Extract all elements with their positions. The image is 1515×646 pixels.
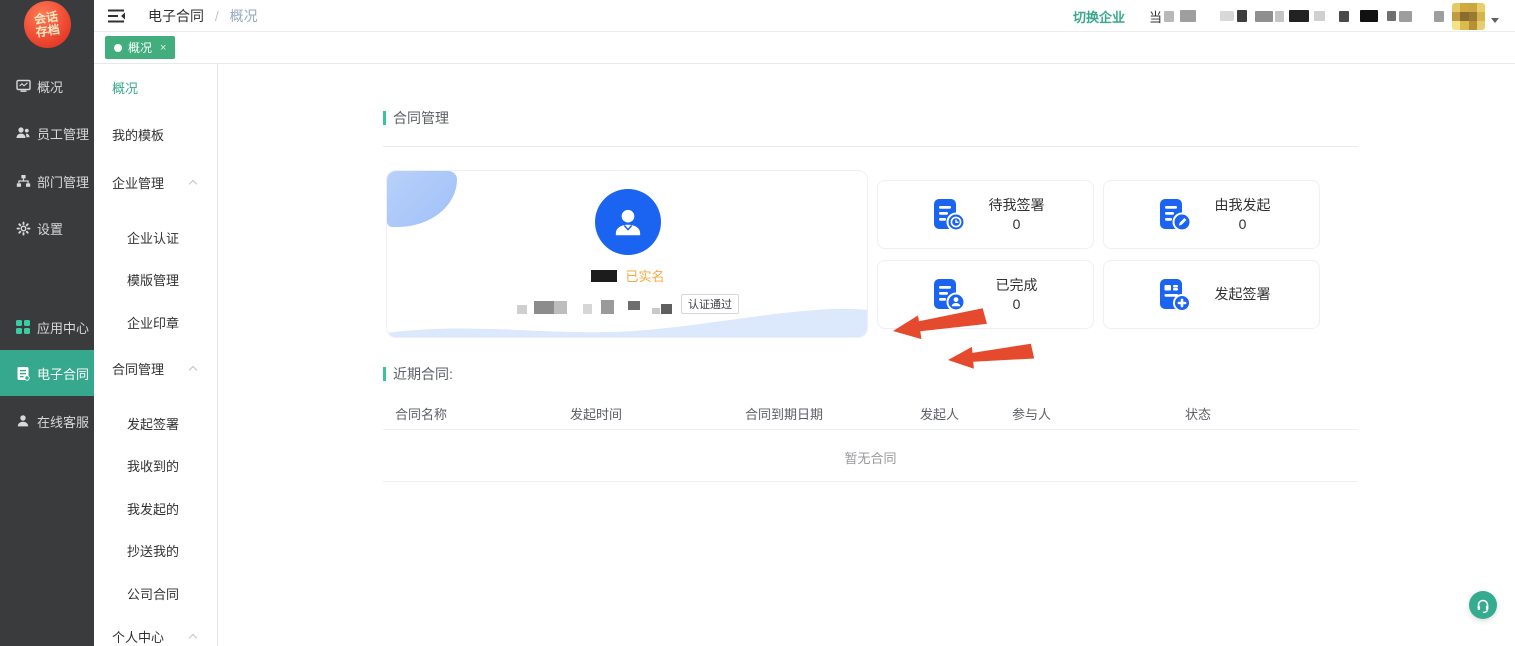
chevron-up-icon[interactable] <box>189 180 197 188</box>
breadcrumb-current: 概况 <box>230 8 258 24</box>
tab-overview[interactable]: 概况 × <box>105 36 175 59</box>
stat-value: 0 <box>1194 215 1291 234</box>
headset-icon <box>1475 597 1491 613</box>
subnav-my-templates[interactable]: 我的模板 <box>112 126 164 146</box>
auth-status-tag: 认证通过 <box>681 294 739 314</box>
breadcrumb-separator: / <box>215 8 219 24</box>
col-header-contract-name: 合同名称 <box>395 404 447 423</box>
subnav-company-seal[interactable]: 企业印章 <box>127 314 179 334</box>
subnav-company-auth[interactable]: 企业认证 <box>127 229 179 249</box>
subnav-company-mgmt[interactable]: 企业管理 <box>112 174 164 194</box>
stat-label: 发起签署 <box>1215 286 1271 302</box>
subnav-initiated-by-me[interactable]: 我发起的 <box>127 500 179 520</box>
profile-avatar-icon <box>595 189 661 255</box>
departments-icon <box>15 173 31 189</box>
divider <box>383 146 1358 147</box>
redacted-org-name <box>517 300 672 314</box>
app-logo: 会话存档 <box>24 1 71 48</box>
doc-clock-icon <box>928 195 968 235</box>
table-header-divider <box>383 429 1358 430</box>
subnav-company-contracts[interactable]: 公司合同 <box>127 585 179 605</box>
primary-sidebar: 会话存档 概况 员工管理 部门管理 设置 <box>0 0 94 646</box>
subnav-template-mgmt[interactable]: 模版管理 <box>127 271 179 291</box>
col-header-start-time: 发起时间 <box>570 404 622 423</box>
doc-edit-icon <box>1154 195 1194 235</box>
breadcrumb: 电子合同 / 概况 <box>148 6 258 26</box>
chevron-up-icon[interactable] <box>189 634 197 642</box>
stat-card-completed[interactable]: 已完成 0 <box>877 260 1094 329</box>
header-right: 切换企业 当 <box>1073 0 1499 32</box>
dashboard-icon <box>15 78 31 94</box>
section-title-contract-mgmt: 合同管理 <box>383 108 449 128</box>
subnav-personal-center[interactable]: 个人中心 <box>112 628 164 646</box>
menu-fold-icon[interactable] <box>108 9 126 23</box>
sidebar-item-employees[interactable]: 员工管理 <box>0 119 94 147</box>
contract-icon <box>15 365 31 381</box>
col-header-initiator: 发起人 <box>920 404 959 423</box>
tab-active-dot <box>114 44 122 52</box>
support-icon <box>15 413 31 429</box>
employees-icon <box>15 125 31 141</box>
profile-card: 已实名 认证通过 <box>386 170 868 338</box>
redacted-user-name <box>591 270 617 282</box>
breadcrumb-econtract[interactable]: 电子合同 <box>148 8 204 24</box>
subnav-contract-mgmt[interactable]: 合同管理 <box>112 360 164 380</box>
settings-icon <box>15 220 31 236</box>
redacted-company-name <box>1162 9 1444 23</box>
table-bottom-divider <box>383 481 1358 482</box>
realname-badge: 已实名 <box>625 266 664 285</box>
secondary-sidebar: 概况 我的模板 企业管理 企业认证 模版管理 企业印章 合同管理 发起签署 我收… <box>94 64 218 646</box>
stat-card-awaiting-my-signature[interactable]: 待我签署 0 <box>877 180 1094 249</box>
stat-label: 由我发起 <box>1215 197 1271 213</box>
sidebar-item-overview[interactable]: 概况 <box>0 72 94 100</box>
sidebar-item-online-support[interactable]: 在线客服 <box>0 407 94 435</box>
table-empty-text: 暂无合同 <box>383 448 1358 467</box>
subnav-initiate-sign[interactable]: 发起签署 <box>127 415 179 435</box>
main-content: 合同管理 已实名 <box>218 64 1515 646</box>
col-header-status: 状态 <box>1185 404 1211 423</box>
customer-service-button[interactable] <box>1469 591 1497 619</box>
section-title-bar <box>383 111 386 125</box>
user-menu-caret-icon[interactable] <box>1491 18 1499 23</box>
tab-bar: 概况 × <box>94 32 1515 64</box>
current-company-label: 当 <box>1149 7 1162 26</box>
section-title-recent-contracts: 近期合同: <box>383 364 453 384</box>
stat-value: 0 <box>968 215 1065 234</box>
sidebar-item-departments[interactable]: 部门管理 <box>0 167 94 195</box>
profile-name-row: 已实名 <box>591 266 664 285</box>
sidebar-item-settings[interactable]: 设置 <box>0 214 94 242</box>
sidebar-item-app-center[interactable]: 应用中心 <box>0 313 94 341</box>
stat-label: 已完成 <box>996 277 1038 293</box>
subnav-overview[interactable]: 概况 <box>112 79 138 99</box>
tab-close-icon[interactable]: × <box>160 42 166 54</box>
stat-card-start-signing[interactable]: 发起签署 <box>1103 260 1320 329</box>
doc-plus-icon <box>1154 275 1194 315</box>
switch-company-link[interactable]: 切换企业 <box>1073 7 1125 26</box>
app-logo-text: 会话存档 <box>34 10 61 39</box>
user-avatar[interactable] <box>1452 3 1485 30</box>
sidebar-item-econtract[interactable]: 电子合同 <box>0 350 94 396</box>
stat-card-initiated-by-me[interactable]: 由我发起 0 <box>1103 180 1320 249</box>
stat-label: 待我签署 <box>989 197 1045 213</box>
chevron-up-icon[interactable] <box>189 366 197 374</box>
apps-icon <box>15 319 31 335</box>
doc-stamp-icon <box>928 275 968 315</box>
top-header: 电子合同 / 概况 切换企业 当 <box>94 0 1515 32</box>
subnav-received[interactable]: 我收到的 <box>127 457 179 477</box>
subnav-cc-to-me[interactable]: 抄送我的 <box>127 542 179 562</box>
app-screen: 会话存档 概况 员工管理 部门管理 设置 <box>0 0 1515 646</box>
col-header-expiry-date: 合同到期日期 <box>745 404 823 423</box>
col-header-participants: 参与人 <box>1012 404 1051 423</box>
profile-org-row: 认证通过 <box>517 294 739 314</box>
stat-value: 0 <box>968 295 1065 314</box>
section-title-bar <box>383 367 386 381</box>
